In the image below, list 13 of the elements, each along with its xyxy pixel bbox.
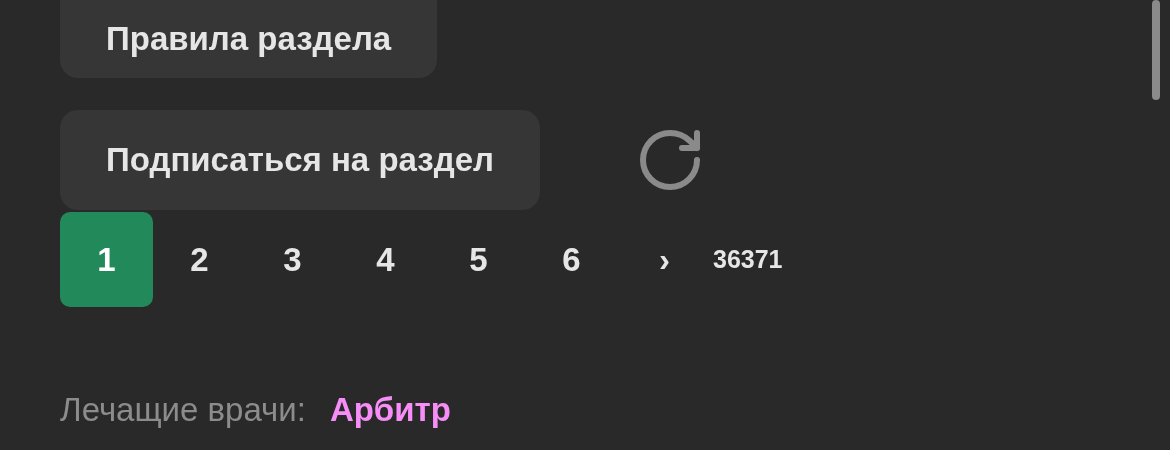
page-button[interactable]: 5 <box>432 212 525 307</box>
section-rules-button[interactable]: Правила раздела <box>60 0 438 78</box>
scrollbar-thumb[interactable] <box>1152 0 1160 100</box>
page-button[interactable]: 3 <box>246 212 339 307</box>
page-button[interactable]: 2 <box>153 212 246 307</box>
page-button[interactable]: 6 <box>525 212 618 307</box>
page-button[interactable]: 4 <box>339 212 432 307</box>
page-button[interactable]: 1 <box>60 212 153 307</box>
moderator-link[interactable]: Арбитр <box>329 385 451 435</box>
moderators-label: Лечащие врачи: <box>60 390 306 430</box>
next-page-button[interactable]: › <box>618 212 711 307</box>
last-page-button[interactable]: 36371 <box>711 212 785 307</box>
subscribe-button[interactable]: Подписаться на раздел <box>60 110 540 210</box>
